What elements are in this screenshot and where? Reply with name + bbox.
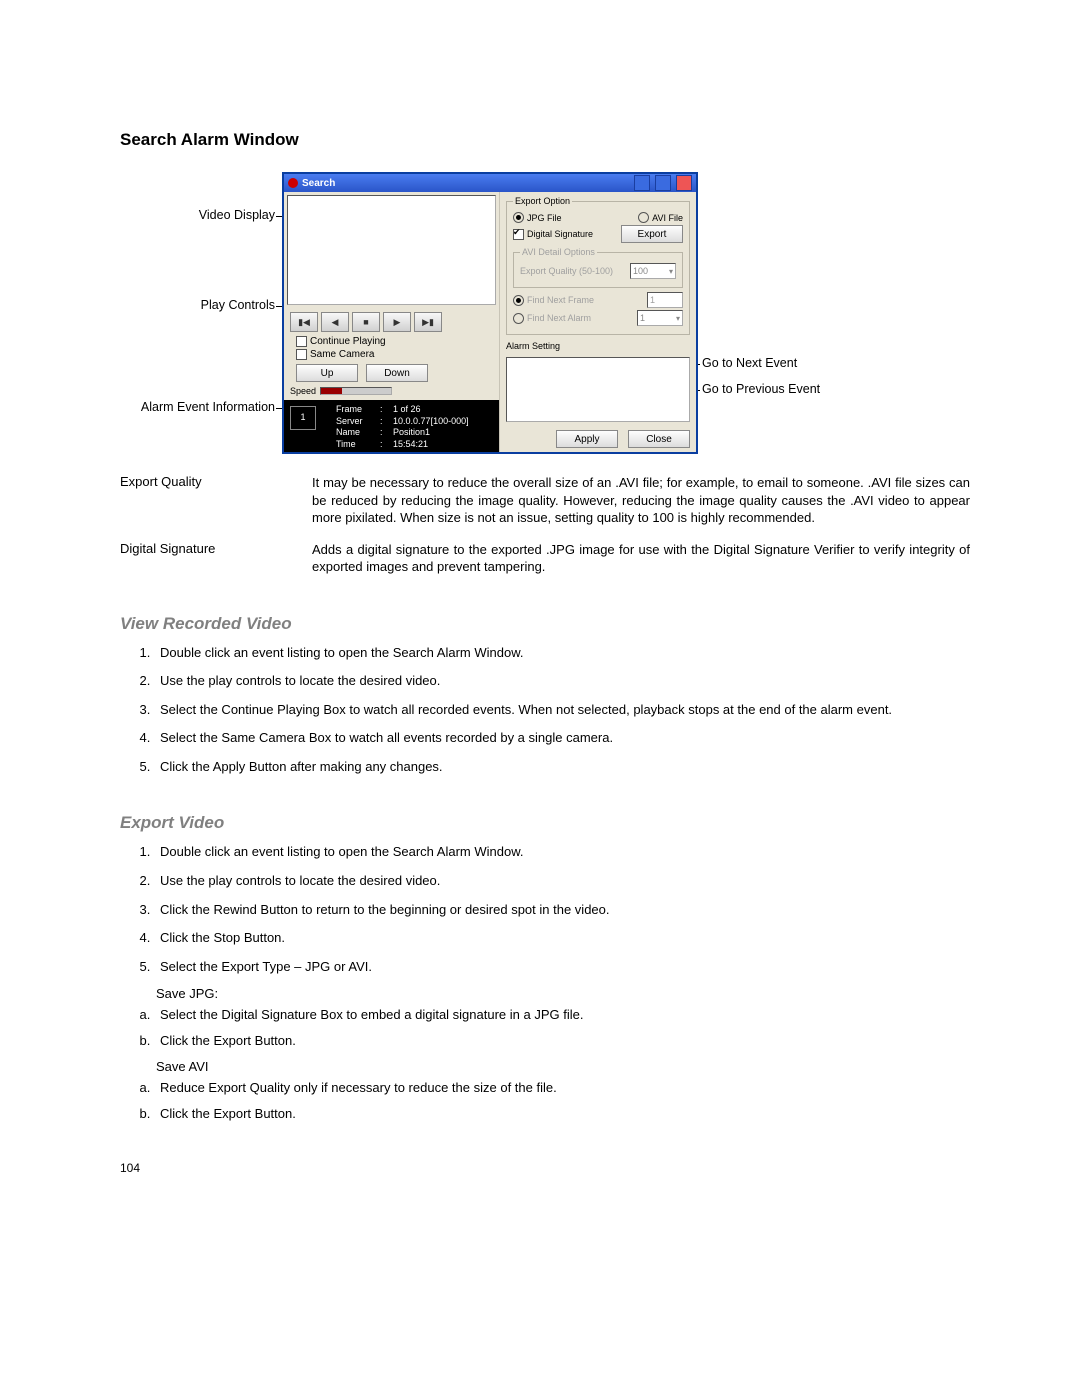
find-next-frame-radio[interactable]: Find Next Frame [513,295,594,306]
titlebar: Search [284,174,696,192]
info-thumb: 1 [290,406,316,430]
list-item: Click the Export Button. [154,1106,970,1121]
close-dialog-button[interactable]: Close [628,430,690,448]
name-value: Position1 [393,427,430,439]
find-next-alarm-dropdown[interactable]: 1 [637,310,683,326]
export-option-legend: Export Option [513,196,572,206]
avi-detail-legend: AVI Detail Options [520,247,597,257]
frame-value: 1 of 26 [393,404,421,416]
export-option-fieldset: Export Option JPG File AVI File Digital … [506,196,690,335]
export-video-heading: Export Video [120,813,970,833]
digital-signature-desc: Adds a digital signature to the exported… [312,541,970,576]
play-controls: ▮◀ ◀ ■ ▶ ▶▮ Continue Playing Same Camera… [284,308,499,400]
save-avi-label: Save AVI [156,1059,970,1074]
save-jpg-label: Save JPG: [156,986,970,1001]
view-recorded-video-heading: View Recorded Video [120,614,970,634]
callout-play-controls: Play Controls [120,298,275,312]
time-label: Time [336,439,376,451]
time-value: 15:54:21 [393,439,428,451]
save-jpg-steps: Select the Digital Signature Box to embe… [154,1007,970,1048]
rewind-button[interactable]: ◀ [321,312,349,332]
same-camera-checkbox[interactable]: Same Camera [296,349,493,360]
server-label: Server [336,416,376,428]
list-item: Reduce Export Quality only if necessary … [154,1080,970,1095]
export-quality-desc: It may be necessary to reduce the overal… [312,474,970,527]
search-window: Search ▮◀ ◀ ■ ▶ ▶▮ [282,172,698,454]
find-next-frame-input[interactable]: 1 [647,292,683,308]
list-item: Click the Apply Button after making any … [154,758,970,776]
alarm-setting-box [506,357,690,422]
view-steps: Double click an event listing to open th… [154,644,970,776]
jpg-file-radio[interactable]: JPG File [513,212,562,223]
window-title: Search [302,178,629,189]
server-value: 10.0.0.77[100-000] [393,416,469,428]
list-item: Select the Digital Signature Box to embe… [154,1007,970,1022]
list-item: Click the Stop Button. [154,929,970,947]
page-title: Search Alarm Window [120,130,970,150]
play-button[interactable]: ▶ [383,312,411,332]
list-item: Use the play controls to locate the desi… [154,672,970,690]
down-button[interactable]: Down [366,364,428,382]
app-icon [288,178,298,188]
avi-file-radio[interactable]: AVI File [638,212,683,223]
list-item: Select the Same Camera Box to watch all … [154,729,970,747]
video-display [287,195,496,305]
avi-detail-fieldset: AVI Detail Options Export Quality (50-10… [513,247,683,288]
maximize-button[interactable] [655,175,671,191]
list-item: Click the Rewind Button to return to the… [154,901,970,919]
export-steps: Double click an event listing to open th… [154,843,970,975]
last-button[interactable]: ▶▮ [414,312,442,332]
first-button[interactable]: ▮◀ [290,312,318,332]
callout-alarm-event-info: Alarm Event Information [120,400,275,414]
save-avi-steps: Reduce Export Quality only if necessary … [154,1080,970,1121]
minimize-button[interactable] [634,175,650,191]
export-quality-term: Export Quality [120,474,312,527]
frame-label: Frame [336,404,376,416]
list-item: Double click an event listing to open th… [154,644,970,662]
page-number: 104 [120,1161,970,1175]
list-item: Select the Continue Playing Box to watch… [154,701,970,719]
close-button[interactable] [676,175,692,191]
speed-label: Speed [290,386,316,396]
up-button[interactable]: Up [296,364,358,382]
continue-playing-checkbox[interactable]: Continue Playing [296,336,493,347]
callout-go-prev: Go to Previous Event [702,382,820,396]
stop-button[interactable]: ■ [352,312,380,332]
export-quality-label: Export Quality (50-100) [520,266,613,276]
list-item: Click the Export Button. [154,1033,970,1048]
export-button[interactable]: Export [621,225,683,243]
info-panel: 1 15:54:21 Frame: 1 of 26 Server: 10.0.0… [284,400,499,452]
digital-signature-checkbox[interactable]: Digital Signature [513,229,593,240]
info-time: 15:54:21 [256,456,316,468]
apply-button[interactable]: Apply [556,430,618,448]
alarm-setting-label: Alarm Setting [506,341,690,351]
callout-go-next: Go to Next Event [702,356,797,370]
figure: Video Display Play Controls Alarm Event … [120,168,970,454]
export-quality-dropdown[interactable]: 100 [630,263,676,279]
name-label: Name [336,427,376,439]
digital-signature-term: Digital Signature [120,541,312,576]
find-next-alarm-radio[interactable]: Find Next Alarm [513,313,591,324]
speed-slider[interactable] [320,387,392,395]
callout-video-display: Video Display [120,208,275,222]
list-item: Select the Export Type – JPG or AVI. [154,958,970,976]
list-item: Double click an event listing to open th… [154,843,970,861]
list-item: Use the play controls to locate the desi… [154,872,970,890]
